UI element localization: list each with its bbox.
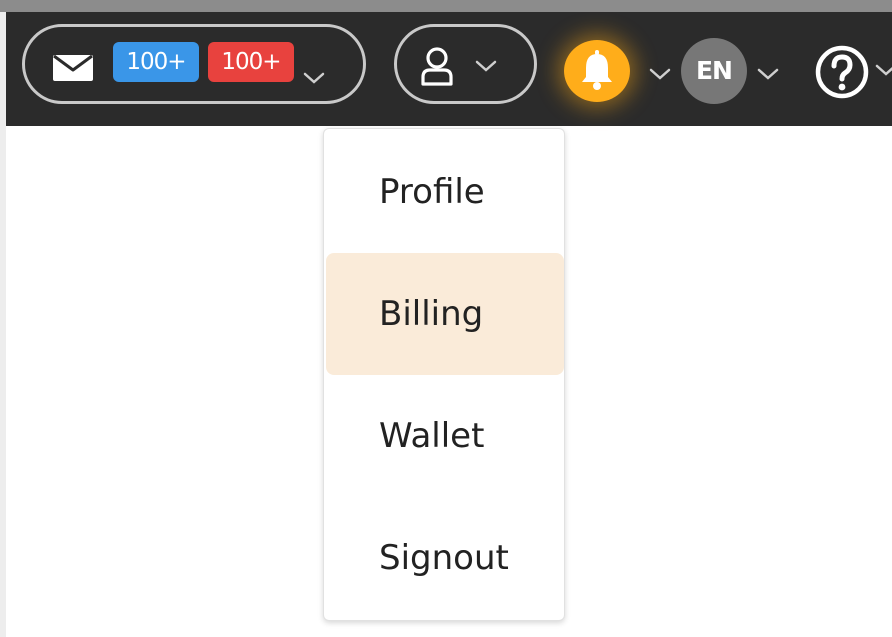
user-dropdown-menu: Profile Billing Wallet Signout [323, 128, 565, 621]
user-icon [421, 47, 453, 86]
menu-item-signout[interactable]: Signout [326, 497, 564, 619]
language-selector[interactable]: EN [681, 38, 747, 104]
page: 100+ 100+ EN Profile Billing Wallet Sign… [0, 0, 892, 637]
chevron-down-icon [303, 72, 325, 84]
bell-icon [564, 40, 630, 102]
question-circle-icon[interactable] [814, 44, 870, 100]
user-menu-button[interactable] [394, 24, 537, 104]
chevron-down-icon [475, 60, 497, 72]
notifications-button[interactable] [564, 40, 630, 102]
chevron-down-icon [875, 64, 892, 76]
unread-count-badge: 100+ [113, 42, 199, 82]
top-strip [0, 0, 892, 12]
menu-item-wallet[interactable]: Wallet [326, 375, 564, 497]
alert-count-badge: 100+ [208, 42, 294, 82]
chevron-down-icon [649, 68, 671, 80]
envelope-icon [53, 54, 93, 81]
menu-item-profile[interactable]: Profile [326, 131, 564, 253]
menu-item-billing[interactable]: Billing [326, 253, 564, 375]
chevron-down-icon [757, 68, 779, 80]
